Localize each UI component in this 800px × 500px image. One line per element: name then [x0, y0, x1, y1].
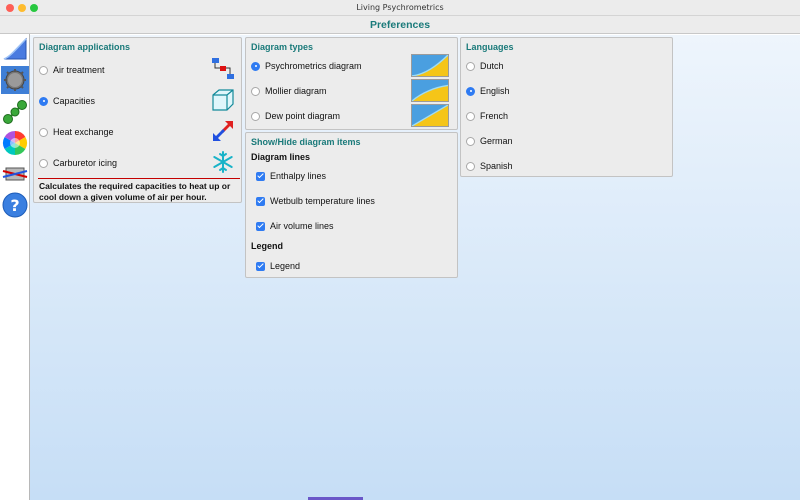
preferences-content: Diagram applications Air treatment Capac…	[30, 35, 800, 500]
gear-icon	[4, 69, 26, 91]
checkbox-enthalpy-lines[interactable]: Enthalpy lines	[256, 170, 326, 182]
diagram-applications-title: Diagram applications	[39, 42, 131, 52]
checkbox[interactable]	[256, 171, 265, 181]
diagram-types-title: Diagram types	[251, 42, 314, 52]
checkbox-label: Enthalpy lines	[270, 171, 327, 181]
language-option-dutch[interactable]: Dutch	[466, 60, 504, 72]
radio-button[interactable]	[39, 127, 48, 137]
show-hide-panel: Show/Hide diagram items Diagram lines En…	[245, 132, 458, 278]
window-title: Living Psychrometrics	[356, 3, 444, 12]
sidebar-item-process[interactable]	[1, 98, 29, 126]
application-option-capacities[interactable]: Capacities	[39, 95, 95, 107]
language-option-label: German	[480, 136, 513, 146]
legend-heading: Legend	[251, 241, 284, 251]
application-option-air-treatment[interactable]: Air treatment	[39, 64, 105, 76]
sidebar-item-exchanger[interactable]	[1, 160, 29, 188]
svg-text:?: ?	[10, 196, 19, 215]
checkbox-label: Legend	[270, 261, 301, 271]
application-description: Calculates the required capacities to he…	[39, 181, 231, 202]
sidebar-item-help[interactable]: ?	[1, 191, 29, 219]
language-option-spanish[interactable]: Spanish	[466, 160, 513, 172]
checkbox[interactable]	[256, 221, 265, 231]
diagram-type-label: Dew point diagram	[265, 111, 341, 121]
process-nodes-icon	[3, 100, 27, 124]
radio-button[interactable]	[466, 111, 475, 121]
application-option-heat-exchange[interactable]: Heat exchange	[39, 126, 114, 138]
radio-button[interactable]	[39, 158, 48, 168]
language-option-label: French	[480, 111, 509, 121]
title-bar: Living Psychrometrics	[0, 0, 800, 16]
diagram-lines-heading: Diagram lines	[251, 152, 311, 162]
checkbox[interactable]	[256, 261, 265, 271]
diagram-type-dew-point[interactable]: Dew point diagram	[251, 110, 340, 122]
language-option-german[interactable]: German	[466, 135, 513, 147]
cube-icon	[212, 89, 234, 111]
radio-button[interactable]	[466, 136, 475, 146]
psychrometric-chart-icon	[3, 37, 27, 60]
heat-exchanger-icon	[2, 167, 28, 181]
psychrometrics-diagram-thumbnail[interactable]	[411, 54, 449, 77]
checkbox-legend[interactable]: Legend	[256, 260, 300, 272]
color-wheel-icon	[2, 131, 28, 155]
sidebar-item-settings[interactable]	[1, 66, 29, 94]
mollier-diagram-thumbnail[interactable]	[411, 79, 449, 102]
radio-button[interactable]	[39, 65, 48, 75]
language-option-label: English	[480, 86, 510, 96]
radio-button[interactable]	[251, 111, 260, 121]
heat-exchange-arrows-icon	[213, 121, 233, 141]
preferences-title: Preferences	[369, 19, 431, 31]
language-option-english[interactable]: English	[466, 85, 510, 97]
application-option-label: Capacities	[53, 96, 96, 106]
checkbox[interactable]	[256, 196, 265, 206]
languages-panel: Languages Dutch English French German Sp…	[460, 37, 673, 177]
description-divider	[38, 178, 240, 179]
languages-title: Languages	[466, 42, 514, 52]
application-option-label: Heat exchange	[53, 127, 114, 137]
radio-button-selected[interactable]	[251, 61, 260, 71]
diagram-type-label: Psychrometrics diagram	[265, 61, 362, 71]
application-option-label: Air treatment	[53, 65, 105, 75]
checkbox-label: Wetbulb temperature lines	[270, 196, 375, 206]
sidebar-item-diagram[interactable]	[1, 36, 29, 64]
sidebar-item-colors[interactable]	[1, 129, 29, 157]
language-option-label: Spanish	[480, 161, 513, 171]
checkbox-air-volume-lines[interactable]: Air volume lines	[256, 220, 334, 232]
diagram-type-mollier[interactable]: Mollier diagram	[251, 85, 327, 97]
sidebar: ?	[0, 34, 30, 500]
diagram-applications-panel: Diagram applications Air treatment Capac…	[33, 37, 242, 203]
diagram-type-psychrometrics[interactable]: Psychrometrics diagram	[251, 60, 362, 72]
diagram-type-label: Mollier diagram	[265, 86, 327, 96]
radio-button-selected[interactable]	[466, 86, 475, 96]
snowflake-icon	[213, 151, 233, 173]
preferences-header: Preferences	[0, 16, 800, 34]
application-option-carburetor-icing[interactable]: Carburetor icing	[39, 157, 117, 169]
radio-button-selected[interactable]	[39, 96, 48, 106]
application-option-label: Carburetor icing	[53, 158, 118, 168]
radio-button[interactable]	[466, 161, 475, 171]
diagram-types-panel: Diagram types Psychrometrics diagram Mol…	[245, 37, 458, 130]
air-treatment-icon	[212, 58, 234, 79]
radio-button[interactable]	[251, 86, 260, 96]
checkbox-label: Air volume lines	[270, 221, 334, 231]
show-hide-title: Show/Hide diagram items	[251, 137, 361, 147]
dew-point-diagram-thumbnail[interactable]	[411, 104, 449, 127]
language-option-french[interactable]: French	[466, 110, 508, 122]
checkbox-wetbulb-lines[interactable]: Wetbulb temperature lines	[256, 195, 375, 207]
language-option-label: Dutch	[480, 61, 504, 71]
help-icon: ?	[2, 192, 28, 218]
radio-button[interactable]	[466, 61, 475, 71]
